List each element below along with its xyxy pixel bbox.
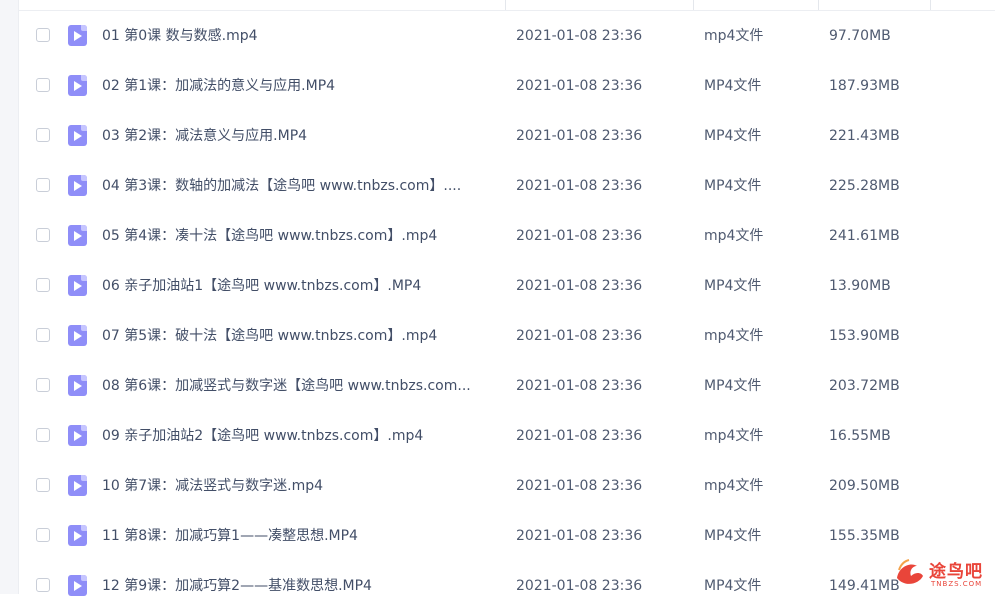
file-date: 2021-01-08 23:36 bbox=[516, 528, 643, 544]
column-header bbox=[19, 0, 995, 11]
row-checkbox[interactable] bbox=[36, 28, 50, 42]
row-checkbox[interactable] bbox=[36, 228, 50, 242]
file-size: 241.61MB bbox=[829, 228, 900, 244]
header-divider bbox=[693, 0, 694, 10]
file-size: 203.72MB bbox=[829, 378, 900, 394]
video-file-icon bbox=[68, 275, 87, 296]
file-type: MP4文件 bbox=[704, 578, 762, 594]
file-size: 187.93MB bbox=[829, 78, 900, 94]
file-type: mp4文件 bbox=[704, 28, 764, 44]
file-type: MP4文件 bbox=[704, 178, 762, 194]
file-date: 2021-01-08 23:36 bbox=[516, 428, 643, 444]
bird-logo-icon bbox=[897, 559, 923, 584]
file-size: 97.70MB bbox=[829, 28, 891, 44]
file-type: MP4文件 bbox=[704, 278, 762, 294]
file-size: 209.50MB bbox=[829, 478, 900, 494]
file-row[interactable]: 10 第7课：减法竖式与数字迷.mp4 2021-01-08 23:36 mp4文件… bbox=[19, 461, 995, 511]
watermark-subtitle: TNBZS.COM bbox=[931, 580, 983, 588]
file-row[interactable]: 12 第9课：加减巧算2——基准数思想.MP4 2021-01-08 23:36 M… bbox=[19, 561, 995, 611]
row-checkbox[interactable] bbox=[36, 278, 50, 292]
file-type: mp4文件 bbox=[704, 478, 764, 494]
file-row[interactable]: 05 第4课：凑十法【途鸟吧 www.tnbzs.com】.mp4 2021-01… bbox=[19, 211, 995, 261]
file-type: MP4文件 bbox=[704, 528, 762, 544]
row-checkbox[interactable] bbox=[36, 378, 50, 392]
file-name[interactable]: 03 第2课：减法意义与应用.MP4 bbox=[102, 126, 495, 146]
video-file-icon bbox=[68, 325, 87, 346]
video-file-icon bbox=[68, 75, 87, 96]
file-name[interactable]: 04 第3课：数轴的加减法【途鸟吧 www.tnbzs.com】.... bbox=[102, 176, 495, 196]
file-date: 2021-01-08 23:36 bbox=[516, 328, 643, 344]
file-row[interactable]: 06 亲子加油站1【途鸟吧 www.tnbzs.com】.MP4 2021-01-… bbox=[19, 261, 995, 311]
header-divider bbox=[505, 0, 506, 10]
file-type: MP4文件 bbox=[704, 378, 762, 394]
file-name[interactable]: 11 第8课：加减巧算1——凑整思想.MP4 bbox=[102, 526, 495, 546]
file-date: 2021-01-08 23:36 bbox=[516, 178, 643, 194]
row-checkbox[interactable] bbox=[36, 128, 50, 142]
header-divider bbox=[818, 0, 819, 10]
video-file-icon bbox=[68, 225, 87, 246]
row-checkbox[interactable] bbox=[36, 78, 50, 92]
file-type: MP4文件 bbox=[704, 78, 762, 94]
file-name[interactable]: 02 第1课：加减法的意义与应用.MP4 bbox=[102, 76, 495, 96]
row-checkbox[interactable] bbox=[36, 528, 50, 542]
file-type: mp4文件 bbox=[704, 428, 764, 444]
file-date: 2021-01-08 23:36 bbox=[516, 478, 643, 494]
file-size: 225.28MB bbox=[829, 178, 900, 194]
row-checkbox[interactable] bbox=[36, 428, 50, 442]
file-row[interactable]: 03 第2课：减法意义与应用.MP4 2021-01-08 23:36 MP4文件 2… bbox=[19, 111, 995, 161]
file-name[interactable]: 05 第4课：凑十法【途鸟吧 www.tnbzs.com】.mp4 bbox=[102, 226, 495, 246]
watermark-title: 途鸟吧 bbox=[929, 562, 983, 582]
video-file-icon bbox=[68, 575, 87, 596]
file-date: 2021-01-08 23:36 bbox=[516, 278, 643, 294]
video-file-icon bbox=[68, 525, 87, 546]
file-date: 2021-01-08 23:36 bbox=[516, 28, 643, 44]
file-row[interactable]: 02 第1课：加减法的意义与应用.MP4 2021-01-08 23:36 MP4文… bbox=[19, 61, 995, 111]
video-file-icon bbox=[68, 25, 87, 46]
file-date: 2021-01-08 23:36 bbox=[516, 578, 643, 594]
file-size: 221.43MB bbox=[829, 128, 900, 144]
row-checkbox[interactable] bbox=[36, 178, 50, 192]
file-name[interactable]: 01 第0课 数与数感.mp4 bbox=[102, 26, 495, 46]
file-type: MP4文件 bbox=[704, 128, 762, 144]
file-name[interactable]: 09 亲子加油站2【途鸟吧 www.tnbzs.com】.mp4 bbox=[102, 426, 495, 446]
file-row[interactable]: 09 亲子加油站2【途鸟吧 www.tnbzs.com】.mp4 2021-01-… bbox=[19, 411, 995, 461]
file-date: 2021-01-08 23:36 bbox=[516, 128, 643, 144]
file-type: mp4文件 bbox=[704, 328, 764, 344]
file-row[interactable]: 01 第0课 数与数感.mp4 2021-01-08 23:36 mp4文件 97.7… bbox=[19, 11, 995, 61]
file-name[interactable]: 10 第7课：减法竖式与数字迷.mp4 bbox=[102, 476, 495, 496]
video-file-icon bbox=[68, 175, 87, 196]
video-file-icon bbox=[68, 375, 87, 396]
row-checkbox[interactable] bbox=[36, 478, 50, 492]
video-file-icon bbox=[68, 475, 87, 496]
file-size: 16.55MB bbox=[829, 428, 891, 444]
video-file-icon bbox=[68, 125, 87, 146]
file-size: 153.90MB bbox=[829, 328, 900, 344]
header-divider bbox=[930, 0, 931, 10]
watermark: 途鸟吧 TNBZS.COM bbox=[891, 554, 991, 594]
file-date: 2021-01-08 23:36 bbox=[516, 228, 643, 244]
row-checkbox[interactable] bbox=[36, 328, 50, 342]
left-panel-edge bbox=[0, 0, 19, 594]
file-size: 149.41MB bbox=[829, 578, 900, 594]
file-row[interactable]: 04 第3课：数轴的加减法【途鸟吧 www.tnbzs.com】.... 2021… bbox=[19, 161, 995, 211]
file-name[interactable]: 07 第5课：破十法【途鸟吧 www.tnbzs.com】.mp4 bbox=[102, 326, 495, 346]
file-date: 2021-01-08 23:36 bbox=[516, 378, 643, 394]
file-row[interactable]: 11 第8课：加减巧算1——凑整思想.MP4 2021-01-08 23:36 MP… bbox=[19, 511, 995, 561]
row-checkbox[interactable] bbox=[36, 578, 50, 592]
file-type: mp4文件 bbox=[704, 228, 764, 244]
file-row[interactable]: 08 第6课：加减竖式与数字迷【途鸟吧 www.tnbzs.com... 2021… bbox=[19, 361, 995, 411]
file-name[interactable]: 06 亲子加油站1【途鸟吧 www.tnbzs.com】.MP4 bbox=[102, 276, 495, 296]
file-name[interactable]: 12 第9课：加减巧算2——基准数思想.MP4 bbox=[102, 576, 495, 596]
file-date: 2021-01-08 23:36 bbox=[516, 78, 643, 94]
video-file-icon bbox=[68, 425, 87, 446]
file-row[interactable]: 07 第5课：破十法【途鸟吧 www.tnbzs.com】.mp4 2021-01… bbox=[19, 311, 995, 361]
file-name[interactable]: 08 第6课：加减竖式与数字迷【途鸟吧 www.tnbzs.com... bbox=[102, 376, 495, 396]
file-list: 01 第0课 数与数感.mp4 2021-01-08 23:36 mp4文件 97.7… bbox=[19, 11, 995, 611]
file-size: 13.90MB bbox=[829, 278, 891, 294]
file-size: 155.35MB bbox=[829, 528, 900, 544]
